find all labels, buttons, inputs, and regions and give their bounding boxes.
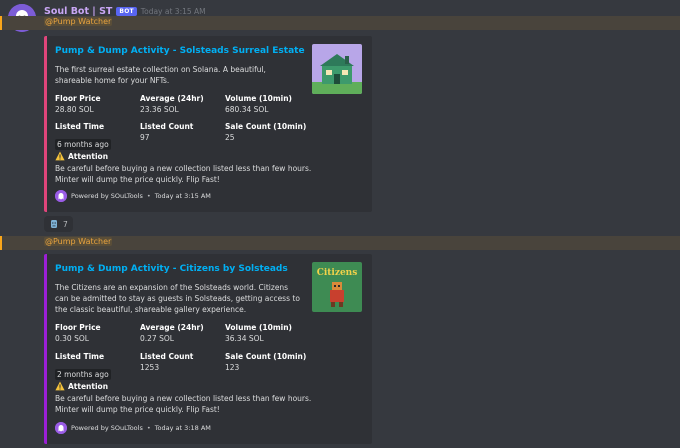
citizens-logo-icon: Citizens — [312, 262, 362, 312]
moai-emoji-icon — [51, 220, 57, 228]
field-label: Average (24hr) — [140, 94, 204, 103]
relative-time-value[interactable]: 2 months ago — [55, 369, 111, 380]
field-value: 0.27 SOL — [140, 334, 174, 343]
embed-card: Pump & Dump Activity - Solsteads Surreal… — [44, 36, 372, 212]
field-label: Average (24hr) — [140, 323, 204, 332]
warning-icon — [55, 151, 65, 161]
attention-title: Attention — [68, 151, 109, 161]
ghost-footer-icon — [55, 190, 67, 202]
reaction-count: 7 — [63, 219, 68, 229]
footer-avatar — [55, 422, 67, 434]
embed-footer: Powered by SOuLTools • Today at 3:18 AM — [55, 422, 211, 434]
field-label: Listed Time — [55, 352, 105, 361]
field-label: Sale Count (10min) — [225, 122, 307, 131]
mention-highlight-row: @Pump Watcher — [0, 16, 680, 30]
footer-timestamp: Today at 3:18 AM — [154, 424, 211, 432]
field-listed-time: Listed Time 6 months ago — [55, 122, 137, 151]
field-average: Average (24hr) 0.27 SOL — [140, 323, 222, 344]
embed-description: The first surreal estate collection on S… — [55, 65, 266, 85]
field-volume: Volume (10min) 36.34 SOL — [225, 323, 307, 344]
field-value: 23.36 SOL — [140, 105, 179, 114]
footer-timestamp: Today at 3:15 AM — [154, 192, 211, 200]
bot-badge: BOT — [116, 6, 137, 16]
field-label: Floor Price — [55, 94, 101, 103]
embed-card: Pump & Dump Activity - Citizens by Solst… — [44, 254, 372, 444]
field-floor-price: Floor Price 0.30 SOL — [55, 323, 137, 344]
mention-highlight-row: @Pump Watcher — [0, 236, 680, 250]
field-value: 25 — [225, 133, 235, 142]
attention-heading: Attention — [55, 151, 108, 161]
field-listed-count: Listed Count 97 — [140, 122, 222, 143]
attention-text: Be careful before buying a new collectio… — [55, 394, 312, 414]
field-average: Average (24hr) 23.36 SOL — [140, 94, 222, 115]
field-value: 0.30 SOL — [55, 334, 89, 343]
field-sale-count: Sale Count (10min) 25 — [225, 122, 307, 143]
field-floor-price: Floor Price 28.80 SOL — [55, 94, 137, 115]
message-timestamp[interactable]: Today at 3:15 AM — [141, 7, 206, 16]
embed-footer: Powered by SOuLTools • Today at 3:15 AM — [55, 190, 211, 202]
attention-title: Attention — [68, 381, 109, 391]
embed-title-link[interactable]: Pump & Dump Activity - Solsteads Surreal… — [55, 46, 305, 56]
field-value: 36.34 SOL — [225, 334, 264, 343]
embed-description: The Citizens are an expansion of the Sol… — [55, 283, 300, 314]
embed-thumbnail[interactable]: Citizens — [312, 262, 362, 312]
field-label: Volume (10min) — [225, 94, 292, 103]
citizens-logo-text: Citizens — [317, 268, 358, 278]
embed-thumbnail[interactable] — [312, 44, 362, 94]
relative-time-value[interactable]: 6 months ago — [55, 139, 111, 150]
bot-username[interactable]: Soul Bot | ST — [44, 6, 112, 17]
footer-text: Powered by SOuLTools — [71, 192, 143, 200]
field-label: Floor Price — [55, 323, 101, 332]
field-listed-time: Listed Time 2 months ago — [55, 352, 137, 381]
field-label: Volume (10min) — [225, 323, 292, 332]
field-label: Sale Count (10min) — [225, 352, 307, 361]
warning-icon — [55, 381, 65, 391]
ghost-footer-icon — [55, 422, 67, 434]
field-volume: Volume (10min) 680.34 SOL — [225, 94, 307, 115]
footer-text: Powered by SOuLTools — [71, 424, 143, 432]
role-mention[interactable]: @Pump Watcher — [44, 17, 113, 26]
attention-heading: Attention — [55, 381, 108, 391]
field-value: 123 — [225, 363, 240, 372]
attention-text: Be careful before buying a new collectio… — [55, 164, 312, 184]
field-listed-count: Listed Count 1253 — [140, 352, 222, 373]
field-label: Listed Count — [140, 122, 194, 131]
pixel-house-icon — [312, 44, 362, 94]
field-value: 97 — [140, 133, 150, 142]
field-label: Listed Time — [55, 122, 105, 131]
field-sale-count: Sale Count (10min) 123 — [225, 352, 307, 373]
footer-separator: • — [146, 424, 151, 432]
field-value: 28.80 SOL — [55, 105, 94, 114]
field-label: Listed Count — [140, 352, 194, 361]
footer-avatar — [55, 190, 67, 202]
field-value: 1253 — [140, 363, 160, 372]
embed-title-link[interactable]: Pump & Dump Activity - Citizens by Solst… — [55, 264, 288, 274]
field-value: 680.34 SOL — [225, 105, 269, 114]
footer-separator: • — [146, 192, 151, 200]
role-mention[interactable]: @Pump Watcher — [44, 237, 113, 246]
reaction-button[interactable]: 7 — [44, 216, 73, 232]
